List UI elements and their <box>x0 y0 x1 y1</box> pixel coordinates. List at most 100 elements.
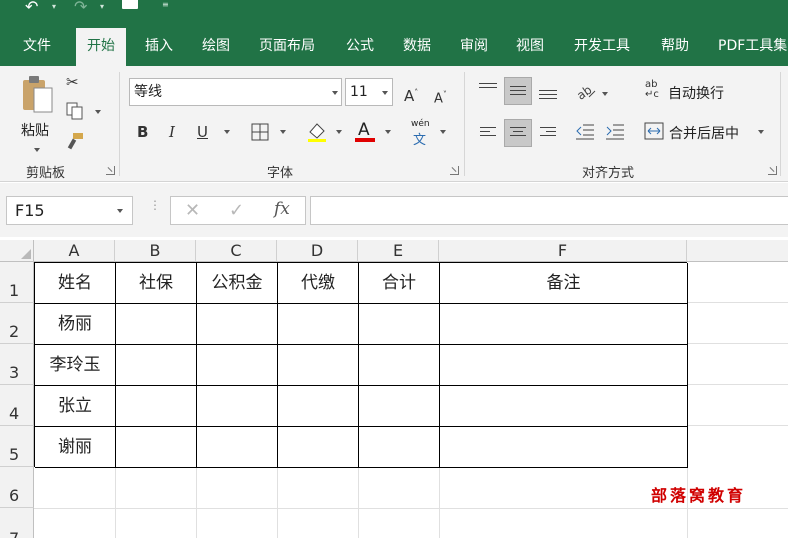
wrap-text-button[interactable]: ab ↵c 自动换行 <box>642 80 762 104</box>
table-cell[interactable] <box>278 427 359 468</box>
orientation-dropdown-icon[interactable] <box>602 92 608 96</box>
table-cell[interactable] <box>197 304 278 345</box>
copy-dropdown-icon[interactable] <box>95 110 101 114</box>
increase-indent-icon[interactable] <box>605 123 625 141</box>
table-cell[interactable] <box>278 345 359 386</box>
align-right-icon[interactable] <box>540 127 556 139</box>
phonetic-dropdown-icon[interactable] <box>440 130 446 134</box>
header-cell-withholding[interactable]: 代缴 <box>278 263 359 304</box>
column-header-d[interactable]: D <box>277 240 358 262</box>
insert-function-button[interactable]: fx <box>274 199 290 219</box>
tab-formulas[interactable]: 公式 <box>346 28 374 66</box>
orientation-icon[interactable]: ab <box>575 81 597 101</box>
align-center-button[interactable] <box>504 119 532 147</box>
row-header-4[interactable]: 4 <box>0 385 34 426</box>
undo-icon[interactable]: ↶ <box>25 0 38 16</box>
table-cell[interactable] <box>116 304 197 345</box>
tab-home[interactable]: 开始 <box>76 28 126 66</box>
redo-icon[interactable]: ↷ <box>74 0 87 16</box>
alignment-launcher-icon[interactable] <box>768 166 777 175</box>
merge-center-button[interactable]: 合并后居中 <box>642 120 774 144</box>
align-left-icon[interactable] <box>480 127 496 139</box>
cut-icon[interactable]: ✂ <box>66 73 79 91</box>
formula-input[interactable] <box>310 196 788 225</box>
save-icon[interactable] <box>122 0 138 9</box>
borders-dropdown-icon[interactable] <box>280 130 286 134</box>
name-cell[interactable]: 谢丽 <box>35 427 116 468</box>
header-cell-total[interactable]: 合计 <box>359 263 440 304</box>
tab-view[interactable]: 视图 <box>516 28 544 66</box>
font-name-dropdown-icon[interactable] <box>332 91 338 95</box>
paste-dropdown-icon[interactable] <box>34 148 40 152</box>
font-launcher-icon[interactable] <box>450 166 459 175</box>
column-header-e[interactable]: E <box>358 240 439 262</box>
align-middle-button[interactable] <box>504 77 532 105</box>
align-top-icon[interactable] <box>479 83 497 91</box>
table-cell[interactable] <box>440 386 688 427</box>
name-box[interactable]: F15 <box>6 196 133 225</box>
column-header-g[interactable] <box>687 240 788 262</box>
font-color-button[interactable]: A <box>355 119 375 143</box>
column-header-c[interactable]: C <box>196 240 277 262</box>
row-header-3[interactable]: 3 <box>0 344 34 385</box>
name-cell[interactable]: 张立 <box>35 386 116 427</box>
redo-dropdown-icon[interactable]: ▾ <box>100 2 104 11</box>
table-cell[interactable] <box>359 386 440 427</box>
table-cell[interactable] <box>359 304 440 345</box>
bold-button[interactable]: B <box>137 123 148 141</box>
table-cell[interactable] <box>359 345 440 386</box>
decrease-font-size-button[interactable]: A˅ <box>434 86 447 108</box>
fill-color-icon[interactable] <box>306 120 328 142</box>
tab-insert[interactable]: 插入 <box>145 28 173 66</box>
tab-draw[interactable]: 绘图 <box>202 28 230 66</box>
header-cell-remarks[interactable]: 备注 <box>440 263 688 304</box>
column-header-b[interactable]: B <box>115 240 196 262</box>
format-painter-icon[interactable] <box>67 132 85 150</box>
font-color-dropdown-icon[interactable] <box>385 130 391 134</box>
table-cell[interactable] <box>440 345 688 386</box>
row-header-6[interactable]: 6 <box>0 467 34 508</box>
row-header-5[interactable]: 5 <box>0 426 34 467</box>
tab-file[interactable]: 文件 <box>23 28 51 66</box>
fill-color-dropdown-icon[interactable] <box>336 130 342 134</box>
decrease-indent-icon[interactable] <box>575 123 595 141</box>
table-cell[interactable] <box>278 386 359 427</box>
font-size-combo[interactable]: 11 <box>345 78 393 106</box>
tab-developer[interactable]: 开发工具 <box>574 28 630 66</box>
cancel-icon[interactable]: ✕ <box>185 200 200 221</box>
table-cell[interactable] <box>359 427 440 468</box>
header-cell-housing-fund[interactable]: 公积金 <box>197 263 278 304</box>
row-header-2[interactable]: 2 <box>0 303 34 344</box>
tab-pdf-tools[interactable]: PDF工具集 <box>718 28 787 66</box>
enter-icon[interactable]: ✓ <box>229 200 244 221</box>
tab-help[interactable]: 帮助 <box>661 28 689 66</box>
name-cell[interactable]: 杨丽 <box>35 304 116 345</box>
column-header-f[interactable]: F <box>439 240 687 262</box>
tab-review[interactable]: 审阅 <box>460 28 488 66</box>
table-cell[interactable] <box>440 427 688 468</box>
column-header-a[interactable]: A <box>34 240 115 262</box>
select-all-corner[interactable] <box>0 240 34 262</box>
font-name-combo[interactable]: 等线 <box>129 78 342 106</box>
table-cell[interactable] <box>116 345 197 386</box>
merge-center-dropdown-icon[interactable] <box>758 130 764 134</box>
paste-button[interactable]: 粘贴 <box>14 72 60 154</box>
table-cell[interactable] <box>440 304 688 345</box>
undo-dropdown-icon[interactable]: ▾ <box>52 2 56 11</box>
row-header-1[interactable]: 1 <box>0 262 34 303</box>
underline-dropdown-icon[interactable] <box>224 130 230 134</box>
tab-data[interactable]: 数据 <box>403 28 431 66</box>
font-size-dropdown-icon[interactable] <box>382 91 388 95</box>
formula-bar-grip-icon[interactable]: ⋮ <box>149 199 161 211</box>
copy-icon[interactable] <box>66 102 84 120</box>
table-cell[interactable] <box>197 386 278 427</box>
borders-icon[interactable] <box>251 123 269 141</box>
increase-font-size-button[interactable]: A˄ <box>404 84 418 105</box>
align-bottom-icon[interactable] <box>539 90 557 102</box>
italic-button[interactable]: I <box>169 123 175 141</box>
table-cell[interactable] <box>116 427 197 468</box>
name-cell[interactable]: 李玲玉 <box>35 345 116 386</box>
header-cell-social-security[interactable]: 社保 <box>116 263 197 304</box>
phonetic-guide-button[interactable]: wén 文 <box>410 119 434 148</box>
table-cell[interactable] <box>116 386 197 427</box>
